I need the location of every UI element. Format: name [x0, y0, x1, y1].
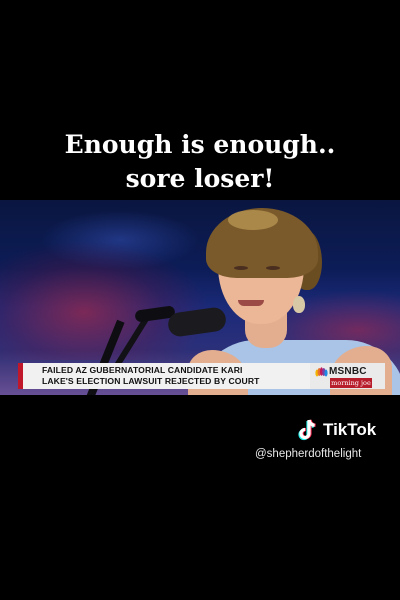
program-name: morning joe	[330, 378, 372, 388]
network-name: MSNBC	[329, 366, 367, 377]
tiktok-brand-name: TikTok	[323, 420, 377, 439]
tiktok-watermark: TikTok	[296, 418, 376, 442]
headline-line-2: LAKE'S ELECTION LAWSUIT REJECTED BY COUR…	[42, 376, 260, 386]
speaker-mouth	[238, 300, 264, 306]
caption-line-1: Enough is enough..	[64, 130, 336, 159]
peacock-icon	[315, 367, 328, 377]
speaker-eye	[266, 266, 280, 270]
speaker-hair-highlight	[228, 210, 278, 230]
headline-line-1: FAILED AZ GUBERNATORIAL CANDIDATE KARI	[42, 365, 243, 375]
caption-text: Enough is enough.. sore loser!	[0, 128, 400, 196]
news-headline: FAILED AZ GUBERNATORIAL CANDIDATE KARI L…	[42, 365, 307, 387]
speaker-earring	[293, 296, 305, 313]
caption-line-2: sore loser!	[125, 164, 275, 193]
speaker-eye	[234, 266, 248, 270]
lower-third-accent	[18, 363, 23, 389]
creator-handle[interactable]: @shepherdofthelight	[255, 448, 395, 460]
background-light	[0, 240, 210, 360]
tiktok-logo-icon	[298, 419, 316, 441]
